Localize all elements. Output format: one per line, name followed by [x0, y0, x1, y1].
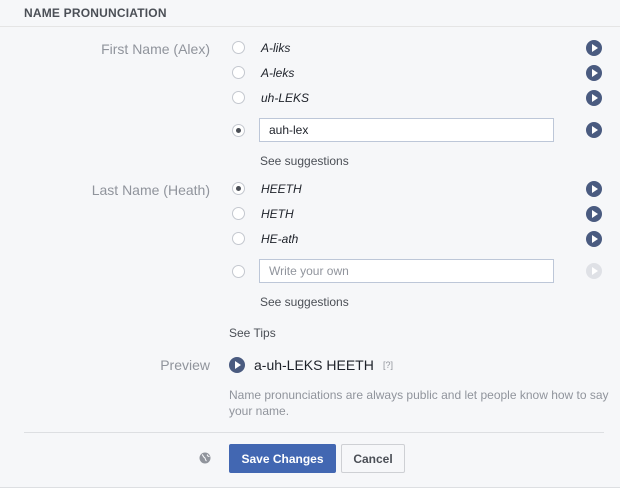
first-name-option-3-label: uh-LEKS [261, 91, 310, 105]
play-first-option-3-button[interactable] [586, 90, 602, 106]
play-last-option-1-button[interactable] [586, 181, 602, 197]
first-name-custom-input[interactable] [259, 118, 554, 142]
last-name-option-1-label: HEETH [261, 182, 302, 196]
first-name-option-2-radio[interactable] [232, 66, 245, 79]
play-first-option-1-button[interactable] [586, 40, 602, 56]
last-name-option-2-radio[interactable] [232, 207, 245, 220]
play-last-option-3-button[interactable] [586, 231, 602, 247]
play-last-custom-button [586, 263, 602, 279]
last-name-custom-radio[interactable] [232, 265, 245, 278]
first-name-custom-radio[interactable] [232, 124, 245, 137]
preview-text: a-uh-LEKS HEETH [254, 357, 374, 373]
privacy-note: Name pronunciations are always public an… [229, 388, 609, 418]
last-name-custom-input[interactable] [259, 259, 554, 283]
first-name-label: First Name (Alex) [101, 41, 210, 57]
play-first-custom-button[interactable] [586, 122, 602, 138]
play-last-option-2-button[interactable] [586, 206, 602, 222]
last-name-option-3-label: HE-ath [261, 232, 299, 246]
bottom-divider [0, 487, 620, 488]
last-name-option-3-radio[interactable] [232, 232, 245, 245]
last-name-option-2-label: HETH [261, 207, 294, 221]
cancel-button[interactable]: Cancel [341, 444, 405, 473]
play-first-option-2-button[interactable] [586, 65, 602, 81]
first-name-option-1-label: A-liks [261, 41, 291, 55]
first-name-see-suggestions-link[interactable]: See suggestions [260, 154, 349, 168]
first-name-option-3-radio[interactable] [232, 91, 245, 104]
section-title: NAME PRONUNCIATION [24, 6, 167, 20]
divider [24, 432, 604, 433]
last-name-label: Last Name (Heath) [91, 182, 210, 198]
preview-help-link[interactable]: [?] [383, 360, 393, 370]
first-name-option-2-label: A-leks [261, 66, 295, 80]
see-tips-link[interactable]: See Tips [229, 326, 276, 340]
save-changes-button[interactable]: Save Changes [229, 444, 336, 473]
preview-play-button[interactable] [229, 357, 245, 373]
last-name-option-1-radio[interactable] [232, 182, 245, 195]
globe-icon [199, 452, 211, 464]
first-name-option-1-radio[interactable] [232, 41, 245, 54]
preview-label: Preview [160, 357, 210, 373]
section-header: NAME PRONUNCIATION [0, 0, 620, 27]
last-name-see-suggestions-link[interactable]: See suggestions [260, 295, 349, 309]
